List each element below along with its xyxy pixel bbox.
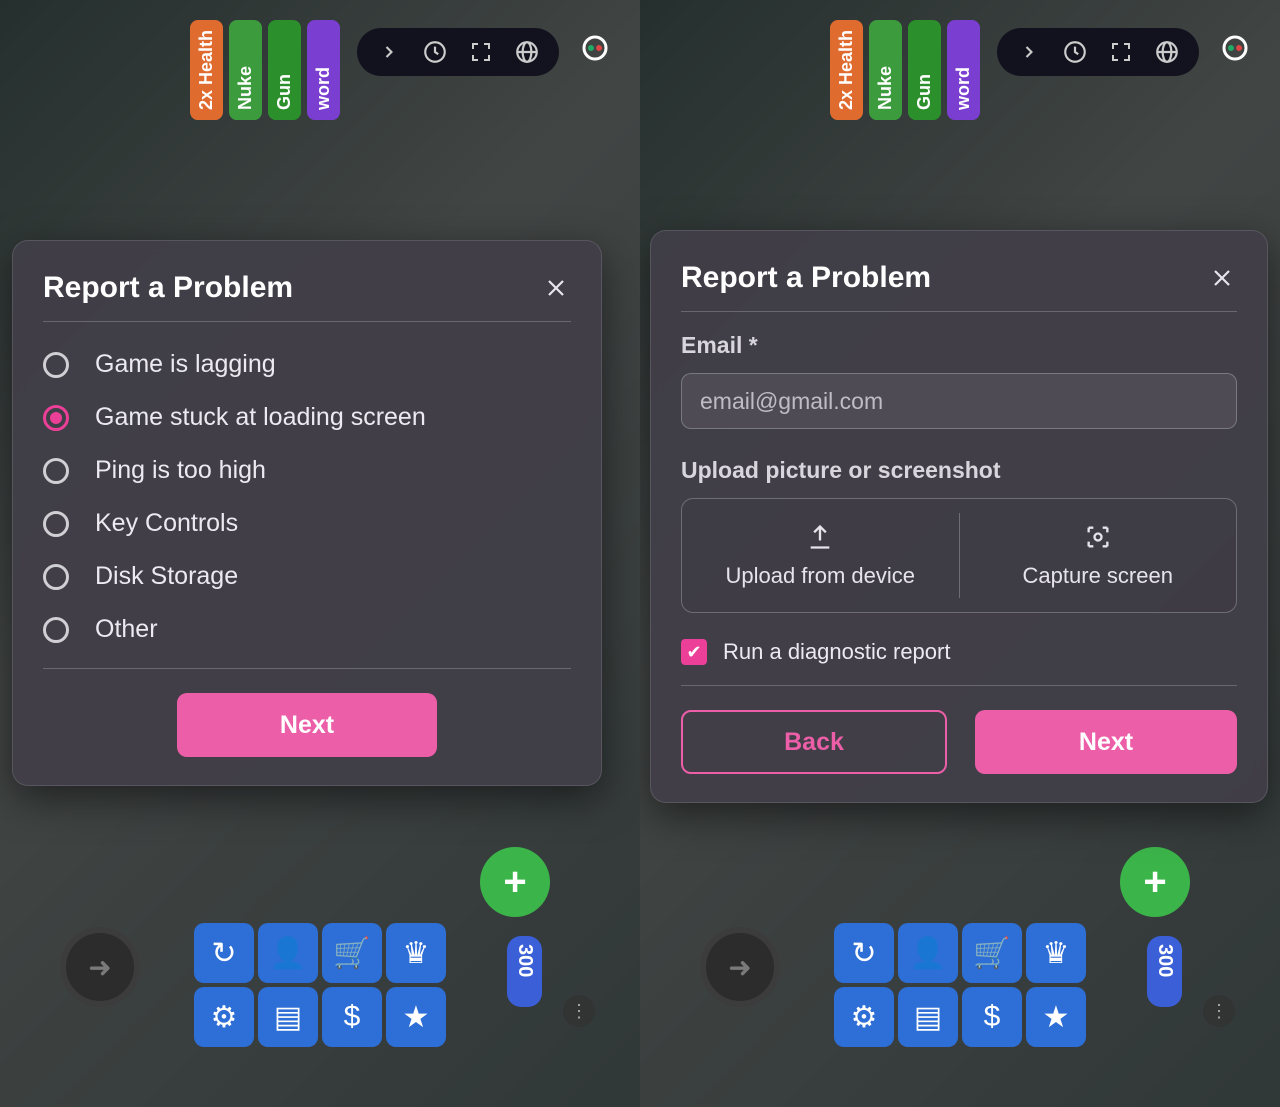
hud-news-icon[interactable]: ▤ xyxy=(258,987,318,1047)
capture-screen-label: Capture screen xyxy=(1023,563,1173,589)
upload-icon xyxy=(806,523,834,551)
hud-dollar-icon[interactable]: $ xyxy=(322,987,382,1047)
hud-cart-icon[interactable]: 🛒 xyxy=(322,923,382,983)
radio-icon xyxy=(43,511,69,537)
option-loading-screen[interactable]: Game stuck at loading screen xyxy=(43,403,571,432)
hud-gear-icon[interactable]: ⚙ xyxy=(834,987,894,1047)
option-disk-storage[interactable]: Disk Storage xyxy=(43,562,571,591)
hud-crown-icon[interactable]: ♛ xyxy=(386,923,446,983)
report-problem-modal-step2: Report a Problem Email * Upload picture … xyxy=(650,230,1268,803)
upload-from-device[interactable]: Upload from device xyxy=(682,499,959,612)
fullscreen-icon[interactable] xyxy=(467,38,495,66)
divider xyxy=(681,311,1237,312)
radio-icon xyxy=(43,564,69,590)
right-screenshot-pane: 2x Health Nuke Gun word + 300 ➜ ⋮ ↻ xyxy=(640,0,1280,1107)
diagnostic-row[interactable]: ✔ Run a diagnostic report xyxy=(681,639,1237,665)
chevron-right-icon[interactable] xyxy=(375,38,403,66)
option-label: Ping is too high xyxy=(95,456,266,485)
close-button[interactable] xyxy=(541,273,571,303)
option-ping-high[interactable]: Ping is too high xyxy=(43,456,571,485)
email-label: Email * xyxy=(681,332,1237,359)
top-overlay-bar xyxy=(0,22,640,82)
upload-from-device-label: Upload from device xyxy=(725,563,915,589)
next-button[interactable]: Next xyxy=(177,693,437,757)
back-button[interactable]: Back xyxy=(681,710,947,774)
hud-adduser-icon[interactable]: 👤 xyxy=(898,923,958,983)
hud-gear-icon[interactable]: ⚙ xyxy=(194,987,254,1047)
divider xyxy=(43,321,571,322)
add-fab[interactable]: + xyxy=(480,847,550,917)
report-problem-modal-step1: Report a Problem Game is lagging Game st… xyxy=(12,240,602,786)
overlay-pill xyxy=(997,28,1199,76)
hud-cart-icon[interactable]: 🛒 xyxy=(962,923,1022,983)
hud-dollar-icon[interactable]: $ xyxy=(962,987,1022,1047)
checkbox-checked-icon: ✔ xyxy=(681,639,707,665)
hud-adduser-icon[interactable]: 👤 xyxy=(258,923,318,983)
radio-icon xyxy=(43,405,69,431)
option-label: Game is lagging xyxy=(95,350,276,379)
radio-icon xyxy=(43,458,69,484)
hud-news-icon[interactable]: ▤ xyxy=(898,987,958,1047)
modal-title: Report a Problem xyxy=(681,261,931,295)
hud-star-icon[interactable]: ★ xyxy=(386,987,446,1047)
divider xyxy=(681,685,1237,686)
capture-screen[interactable]: Capture screen xyxy=(960,499,1237,612)
radio-icon xyxy=(43,617,69,643)
globe-icon[interactable] xyxy=(1153,38,1181,66)
radio-icon xyxy=(43,352,69,378)
back-time-icon[interactable] xyxy=(421,38,449,66)
divider xyxy=(43,668,571,669)
option-key-controls[interactable]: Key Controls xyxy=(43,509,571,538)
globe-icon[interactable] xyxy=(513,38,541,66)
left-screenshot-pane: 2x Health Nuke Gun word + 300 ➜ ⋮ ↻ xyxy=(0,0,640,1107)
option-other[interactable]: Other xyxy=(43,615,571,644)
nowgg-logo xyxy=(1215,32,1255,72)
next-button[interactable]: Next xyxy=(975,710,1237,774)
hud-refresh-icon[interactable]: ↻ xyxy=(194,923,254,983)
option-label: Key Controls xyxy=(95,509,238,538)
chevron-right-icon[interactable] xyxy=(1015,38,1043,66)
back-time-icon[interactable] xyxy=(1061,38,1089,66)
hud-grid: ↻ 👤 🛒 ♛ ⚙ ▤ $ ★ xyxy=(640,923,1280,1047)
hud-refresh-icon[interactable]: ↻ xyxy=(834,923,894,983)
hud-crown-icon[interactable]: ♛ xyxy=(1026,923,1086,983)
option-label: Game stuck at loading screen xyxy=(95,403,426,432)
email-input[interactable] xyxy=(681,373,1237,429)
hud-grid: ↻ 👤 🛒 ♛ ⚙ ▤ $ ★ xyxy=(0,923,640,1047)
camera-icon xyxy=(1084,523,1112,551)
nowgg-logo xyxy=(575,32,615,72)
upload-label: Upload picture or screenshot xyxy=(681,457,1237,484)
option-label: Other xyxy=(95,615,158,644)
upload-box: Upload from device Capture screen xyxy=(681,498,1237,613)
hud-star-icon[interactable]: ★ xyxy=(1026,987,1086,1047)
option-game-lagging[interactable]: Game is lagging xyxy=(43,350,571,379)
add-fab[interactable]: + xyxy=(1120,847,1190,917)
modal-title: Report a Problem xyxy=(43,271,293,305)
overlay-pill xyxy=(357,28,559,76)
fullscreen-icon[interactable] xyxy=(1107,38,1135,66)
diagnostic-label: Run a diagnostic report xyxy=(723,639,950,665)
option-label: Disk Storage xyxy=(95,562,238,591)
problem-option-list: Game is lagging Game stuck at loading sc… xyxy=(43,342,571,662)
close-button[interactable] xyxy=(1207,263,1237,293)
top-overlay-bar xyxy=(640,22,1280,82)
